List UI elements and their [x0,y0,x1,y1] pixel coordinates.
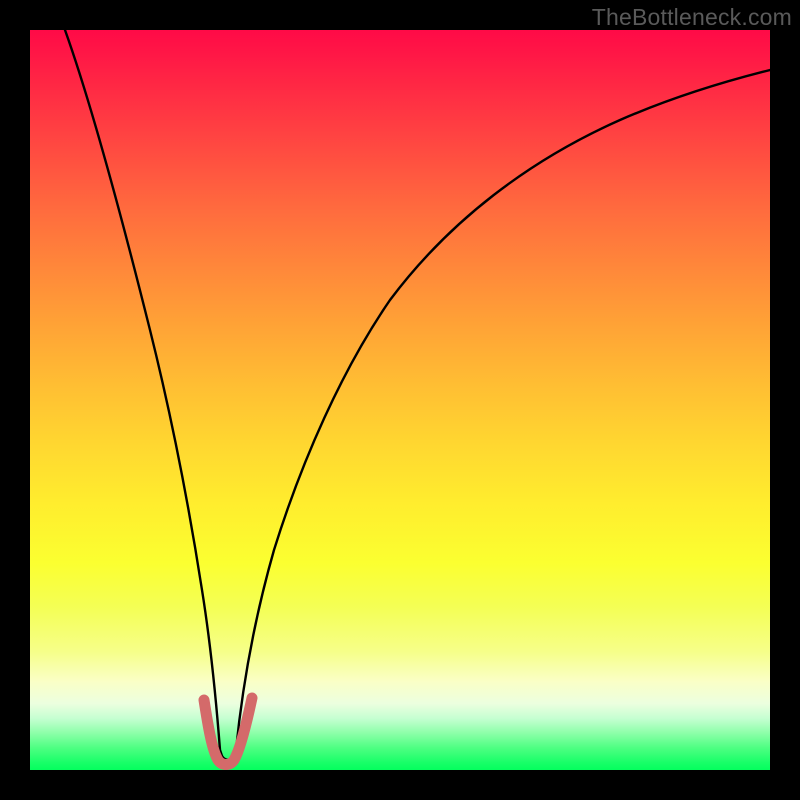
highlight-curve [204,698,252,765]
watermark-text: TheBottleneck.com [592,4,792,31]
plot-area [30,30,770,770]
main-curve [65,30,770,760]
chart-frame: TheBottleneck.com [0,0,800,800]
curve-layer [30,30,770,770]
